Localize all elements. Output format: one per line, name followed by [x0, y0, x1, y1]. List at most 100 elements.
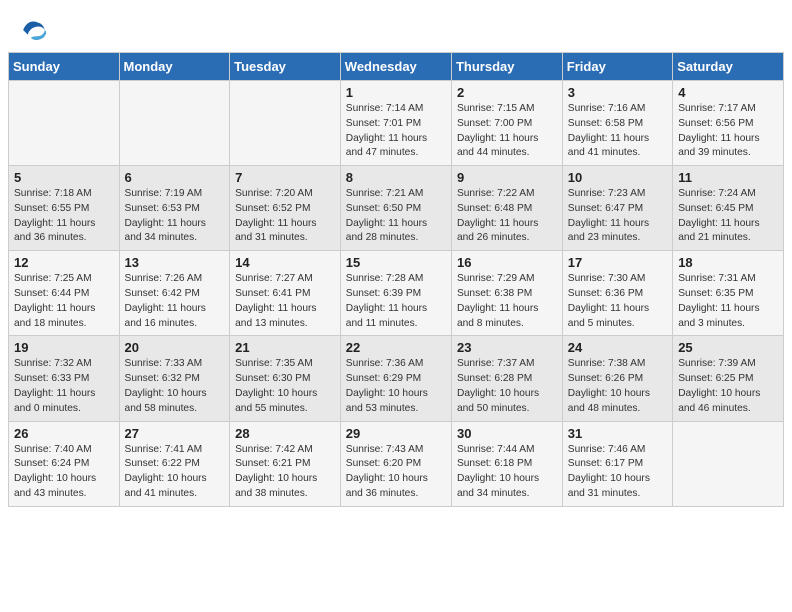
day-number: 16 — [457, 255, 557, 270]
day-info: Sunrise: 7:32 AM Sunset: 6:33 PM Dayligh… — [14, 357, 114, 416]
day-number: 22 — [346, 340, 446, 355]
calendar-cell: 18Sunrise: 7:31 AM Sunset: 6:35 PM Dayli… — [673, 251, 784, 336]
day-number: 19 — [14, 340, 114, 355]
day-of-week-header: Monday — [119, 53, 230, 81]
day-info: Sunrise: 7:18 AM Sunset: 6:55 PM Dayligh… — [14, 187, 114, 246]
day-of-week-header: Tuesday — [230, 53, 341, 81]
calendar-week-row: 12 Sunrise: 7:25 AM Sunset: 6:44 PM Dayli… — [9, 251, 784, 336]
day-info: Sunrise: 7:22 AM Sunset: 6:48 PM Dayligh… — [457, 187, 557, 246]
day-number: 8 — [346, 170, 446, 185]
day-info: Sunrise: 7:16 AM Sunset: 6:58 PM Dayligh… — [568, 102, 667, 161]
calendar-cell: 13 Sunrise: 7:26 AM Sunset: 6:42 PM Dayli… — [119, 251, 230, 336]
day-info: Sunrise: 7:27 AM Sunset: 6:41 PM Dayligh… — [235, 272, 335, 331]
day-info: Sunrise: 7:25 AM Sunset: 6:44 PM Dayligh… — [14, 272, 114, 331]
calendar-cell: 21 Sunrise: 7:35 AM Sunset: 6:30 PM Dayli… — [230, 336, 341, 421]
day-number: 31 — [568, 426, 667, 441]
calendar-table: SundayMondayTuesdayWednesdayThursdayFrid… — [8, 52, 784, 507]
day-number: 26 — [14, 426, 114, 441]
day-info: Sunrise: 7:17 AM Sunset: 6:56 PM Dayligh… — [678, 102, 778, 161]
calendar-cell: 23 Sunrise: 7:37 AM Sunset: 6:28 PM Dayli… — [451, 336, 562, 421]
calendar-cell: 14 Sunrise: 7:27 AM Sunset: 6:41 PM Dayli… — [230, 251, 341, 336]
calendar-cell — [673, 421, 784, 506]
day-info: Sunrise: 7:42 AM Sunset: 6:21 PM Dayligh… — [235, 443, 335, 502]
day-of-week-header: Friday — [562, 53, 672, 81]
calendar-cell: 6 Sunrise: 7:19 AM Sunset: 6:53 PM Daylig… — [119, 166, 230, 251]
day-number: 13 — [125, 255, 225, 270]
calendar-week-row: 19 Sunrise: 7:32 AM Sunset: 6:33 PM Dayli… — [9, 336, 784, 421]
day-info: Sunrise: 7:29 AM Sunset: 6:38 PM Dayligh… — [457, 272, 557, 331]
calendar-cell: 31 Sunrise: 7:46 AM Sunset: 6:17 PM Dayli… — [562, 421, 672, 506]
day-number: 28 — [235, 426, 335, 441]
calendar-week-row: 5 Sunrise: 7:18 AM Sunset: 6:55 PM Daylig… — [9, 166, 784, 251]
day-number: 11 — [678, 170, 778, 185]
calendar-cell: 7 Sunrise: 7:20 AM Sunset: 6:52 PM Daylig… — [230, 166, 341, 251]
calendar-cell: 12 Sunrise: 7:25 AM Sunset: 6:44 PM Dayli… — [9, 251, 120, 336]
logo — [20, 16, 52, 44]
day-number: 7 — [235, 170, 335, 185]
day-number: 1 — [346, 85, 446, 100]
calendar-cell: 2 Sunrise: 7:15 AM Sunset: 7:00 PM Daylig… — [451, 81, 562, 166]
day-number: 5 — [14, 170, 114, 185]
day-number: 30 — [457, 426, 557, 441]
calendar-cell: 9Sunrise: 7:22 AM Sunset: 6:48 PM Daylig… — [451, 166, 562, 251]
day-info: Sunrise: 7:15 AM Sunset: 7:00 PM Dayligh… — [457, 102, 557, 161]
calendar-cell — [9, 81, 120, 166]
calendar-cell — [119, 81, 230, 166]
calendar-cell: 25Sunrise: 7:39 AM Sunset: 6:25 PM Dayli… — [673, 336, 784, 421]
day-number: 21 — [235, 340, 335, 355]
calendar-cell: 28 Sunrise: 7:42 AM Sunset: 6:21 PM Dayli… — [230, 421, 341, 506]
day-info: Sunrise: 7:23 AM Sunset: 6:47 PM Dayligh… — [568, 187, 667, 246]
day-info: Sunrise: 7:35 AM Sunset: 6:30 PM Dayligh… — [235, 357, 335, 416]
day-number: 15 — [346, 255, 446, 270]
calendar-cell: 4 Sunrise: 7:17 AM Sunset: 6:56 PM Daylig… — [673, 81, 784, 166]
calendar-cell: 24 Sunrise: 7:38 AM Sunset: 6:26 PM Dayli… — [562, 336, 672, 421]
day-info: Sunrise: 7:26 AM Sunset: 6:42 PM Dayligh… — [125, 272, 225, 331]
day-info: Sunrise: 7:20 AM Sunset: 6:52 PM Dayligh… — [235, 187, 335, 246]
day-info: Sunrise: 7:46 AM Sunset: 6:17 PM Dayligh… — [568, 443, 667, 502]
day-number: 2 — [457, 85, 557, 100]
day-number: 3 — [568, 85, 667, 100]
day-info: Sunrise: 7:24 AM Sunset: 6:45 PM Dayligh… — [678, 187, 778, 246]
calendar-week-row: 26Sunrise: 7:40 AM Sunset: 6:24 PM Dayli… — [9, 421, 784, 506]
calendar-cell: 20Sunrise: 7:33 AM Sunset: 6:32 PM Dayli… — [119, 336, 230, 421]
calendar-cell: 1 Sunrise: 7:14 AM Sunset: 7:01 PM Daylig… — [340, 81, 451, 166]
day-number: 24 — [568, 340, 667, 355]
day-info: Sunrise: 7:14 AM Sunset: 7:01 PM Dayligh… — [346, 102, 446, 161]
calendar-cell: 3 Sunrise: 7:16 AM Sunset: 6:58 PM Daylig… — [562, 81, 672, 166]
day-number: 14 — [235, 255, 335, 270]
calendar-cell: 10 Sunrise: 7:23 AM Sunset: 6:47 PM Dayli… — [562, 166, 672, 251]
day-number: 10 — [568, 170, 667, 185]
calendar-cell: 5 Sunrise: 7:18 AM Sunset: 6:55 PM Daylig… — [9, 166, 120, 251]
day-info: Sunrise: 7:30 AM Sunset: 6:36 PM Dayligh… — [568, 272, 667, 331]
day-info: Sunrise: 7:37 AM Sunset: 6:28 PM Dayligh… — [457, 357, 557, 416]
day-of-week-header: Sunday — [9, 53, 120, 81]
calendar-cell: 15 Sunrise: 7:28 AM Sunset: 6:39 PM Dayli… — [340, 251, 451, 336]
calendar-header-row: SundayMondayTuesdayWednesdayThursdayFrid… — [9, 53, 784, 81]
calendar-cell: 11 Sunrise: 7:24 AM Sunset: 6:45 PM Dayli… — [673, 166, 784, 251]
day-number: 27 — [125, 426, 225, 441]
day-number: 29 — [346, 426, 446, 441]
day-info: Sunrise: 7:31 AM Sunset: 6:35 PM Dayligh… — [678, 272, 778, 331]
day-of-week-header: Wednesday — [340, 53, 451, 81]
calendar-cell: 22Sunrise: 7:36 AM Sunset: 6:29 PM Dayli… — [340, 336, 451, 421]
day-info: Sunrise: 7:28 AM Sunset: 6:39 PM Dayligh… — [346, 272, 446, 331]
day-info: Sunrise: 7:39 AM Sunset: 6:25 PM Dayligh… — [678, 357, 778, 416]
day-info: Sunrise: 7:38 AM Sunset: 6:26 PM Dayligh… — [568, 357, 667, 416]
day-info: Sunrise: 7:44 AM Sunset: 6:18 PM Dayligh… — [457, 443, 557, 502]
calendar-cell: 8 Sunrise: 7:21 AM Sunset: 6:50 PM Daylig… — [340, 166, 451, 251]
day-info: Sunrise: 7:41 AM Sunset: 6:22 PM Dayligh… — [125, 443, 225, 502]
day-info: Sunrise: 7:21 AM Sunset: 6:50 PM Dayligh… — [346, 187, 446, 246]
day-number: 4 — [678, 85, 778, 100]
day-number: 12 — [14, 255, 114, 270]
day-number: 23 — [457, 340, 557, 355]
day-info: Sunrise: 7:19 AM Sunset: 6:53 PM Dayligh… — [125, 187, 225, 246]
day-number: 6 — [125, 170, 225, 185]
day-number: 17 — [568, 255, 667, 270]
day-info: Sunrise: 7:33 AM Sunset: 6:32 PM Dayligh… — [125, 357, 225, 416]
calendar-cell: 30 Sunrise: 7:44 AM Sunset: 6:18 PM Dayli… — [451, 421, 562, 506]
logo-icon — [20, 16, 48, 44]
calendar-week-row: 1 Sunrise: 7:14 AM Sunset: 7:01 PM Daylig… — [9, 81, 784, 166]
calendar-cell: 17 Sunrise: 7:30 AM Sunset: 6:36 PM Dayli… — [562, 251, 672, 336]
calendar-cell: 19 Sunrise: 7:32 AM Sunset: 6:33 PM Dayli… — [9, 336, 120, 421]
calendar-cell — [230, 81, 341, 166]
